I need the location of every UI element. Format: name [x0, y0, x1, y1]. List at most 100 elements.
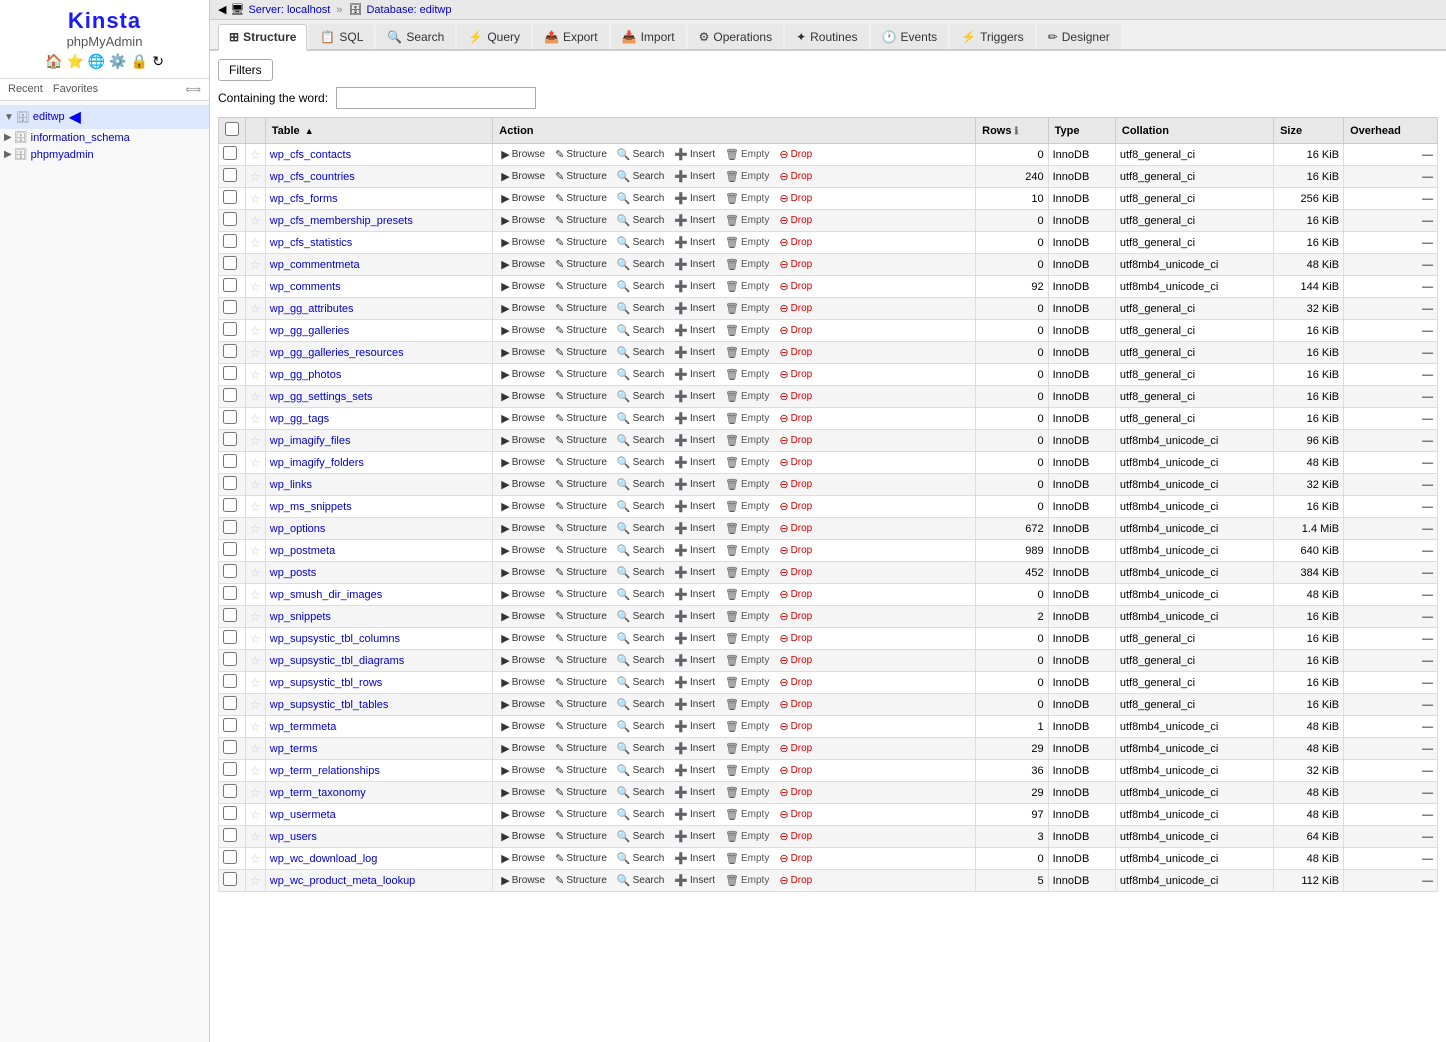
table-name-link[interactable]: wp_commentmeta [270, 259, 360, 271]
insert-btn[interactable]: ➕ Insert [670, 807, 719, 822]
browse-btn[interactable]: ▶ Browse [497, 697, 549, 712]
insert-btn[interactable]: ➕ Insert [670, 169, 719, 184]
browse-btn[interactable]: ▶ Browse [497, 609, 549, 624]
tab-search[interactable]: 🔍 Search [376, 24, 455, 49]
drop-btn[interactable]: ⊖ Drop [775, 807, 816, 822]
empty-btn[interactable]: 🗑 Empty [721, 653, 773, 668]
drop-btn[interactable]: ⊖ Drop [775, 675, 816, 690]
favorite-star[interactable]: ☆ [250, 588, 261, 602]
drop-btn[interactable]: ⊖ Drop [775, 411, 816, 426]
favorite-star[interactable]: ☆ [250, 390, 261, 404]
favorite-star[interactable]: ☆ [250, 456, 261, 470]
drop-btn[interactable]: ⊖ Drop [775, 587, 816, 602]
structure-btn[interactable]: ✎ Structure [551, 213, 611, 228]
drop-btn[interactable]: ⊖ Drop [775, 345, 816, 360]
row-checkbox[interactable] [223, 520, 237, 534]
favorite-star[interactable]: ☆ [250, 566, 261, 580]
empty-btn[interactable]: 🗑 Empty [721, 807, 773, 822]
table-name-link[interactable]: wp_imagify_files [270, 435, 351, 447]
table-name-link[interactable]: wp_supsystic_tbl_diagrams [270, 655, 405, 667]
table-name-link[interactable]: wp_ms_snippets [270, 501, 352, 513]
empty-btn[interactable]: 🗑 Empty [721, 345, 773, 360]
browse-btn[interactable]: ▶ Browse [497, 565, 549, 580]
tab-query[interactable]: ⚡ Query [457, 24, 531, 49]
row-checkbox[interactable] [223, 300, 237, 314]
favorite-star[interactable]: ☆ [250, 852, 261, 866]
table-name-link[interactable]: wp_wc_download_log [270, 853, 378, 865]
empty-btn[interactable]: 🗑 Empty [721, 279, 773, 294]
table-name-link[interactable]: wp_term_relationships [270, 765, 380, 777]
search-btn[interactable]: 🔍 Search [613, 851, 668, 866]
insert-btn[interactable]: ➕ Insert [670, 741, 719, 756]
favorite-star[interactable]: ☆ [250, 412, 261, 426]
insert-btn[interactable]: ➕ Insert [670, 499, 719, 514]
table-name-link[interactable]: wp_cfs_contacts [270, 149, 351, 161]
table-name-link[interactable]: wp_cfs_statistics [270, 237, 353, 249]
table-name-link[interactable]: wp_posts [270, 567, 316, 579]
search-btn[interactable]: 🔍 Search [613, 543, 668, 558]
table-name-link[interactable]: wp_snippets [270, 611, 331, 623]
structure-btn[interactable]: ✎ Structure [551, 543, 611, 558]
insert-btn[interactable]: ➕ Insert [670, 653, 719, 668]
drop-btn[interactable]: ⊖ Drop [775, 499, 816, 514]
empty-btn[interactable]: 🗑 Empty [721, 609, 773, 624]
structure-btn[interactable]: ✎ Structure [551, 675, 611, 690]
favorite-star[interactable]: ☆ [250, 214, 261, 228]
table-name-link[interactable]: wp_gg_settings_sets [270, 391, 373, 403]
favorite-star[interactable]: ☆ [250, 610, 261, 624]
favorite-star[interactable]: ☆ [250, 676, 261, 690]
table-name-link[interactable]: wp_gg_tags [270, 413, 329, 425]
browse-btn[interactable]: ▶ Browse [497, 235, 549, 250]
empty-btn[interactable]: 🗑 Empty [721, 389, 773, 404]
settings-icon[interactable]: ⚙️ [109, 53, 126, 70]
table-name-link[interactable]: wp_usermeta [270, 809, 336, 821]
favorite-star[interactable]: ☆ [250, 192, 261, 206]
favorite-star[interactable]: ☆ [250, 698, 261, 712]
search-btn[interactable]: 🔍 Search [613, 323, 668, 338]
favorites-link[interactable]: Favorites [53, 83, 98, 96]
table-name-link[interactable]: wp_links [270, 479, 312, 491]
empty-btn[interactable]: 🗑 Empty [721, 851, 773, 866]
search-btn[interactable]: 🔍 Search [613, 191, 668, 206]
row-checkbox[interactable] [223, 828, 237, 842]
browse-btn[interactable]: ▶ Browse [497, 147, 549, 162]
search-btn[interactable]: 🔍 Search [613, 719, 668, 734]
insert-btn[interactable]: ➕ Insert [670, 763, 719, 778]
search-btn[interactable]: 🔍 Search [613, 587, 668, 602]
rows-info-icon[interactable]: ℹ [1015, 126, 1019, 137]
type-header[interactable]: Type [1048, 118, 1115, 144]
insert-btn[interactable]: ➕ Insert [670, 301, 719, 316]
row-checkbox[interactable] [223, 476, 237, 490]
row-checkbox[interactable] [223, 212, 237, 226]
table-name-link[interactable]: wp_cfs_countries [270, 171, 355, 183]
search-btn[interactable]: 🔍 Search [613, 345, 668, 360]
structure-btn[interactable]: ✎ Structure [551, 653, 611, 668]
search-btn[interactable]: 🔍 Search [613, 213, 668, 228]
table-name-link[interactable]: wp_termmeta [270, 721, 337, 733]
empty-btn[interactable]: 🗑 Empty [721, 565, 773, 580]
row-checkbox[interactable] [223, 652, 237, 666]
browse-btn[interactable]: ▶ Browse [497, 741, 549, 756]
rows-header[interactable]: Rows ℹ [976, 118, 1048, 144]
drop-btn[interactable]: ⊖ Drop [775, 785, 816, 800]
sidebar-item-phpmyadmin[interactable]: ▶ 🗄 phpmyadmin [0, 146, 209, 163]
row-checkbox[interactable] [223, 344, 237, 358]
insert-btn[interactable]: ➕ Insert [670, 235, 719, 250]
insert-btn[interactable]: ➕ Insert [670, 257, 719, 272]
empty-btn[interactable]: 🗑 Empty [721, 741, 773, 756]
insert-btn[interactable]: ➕ Insert [670, 367, 719, 382]
search-btn[interactable]: 🔍 Search [613, 565, 668, 580]
insert-btn[interactable]: ➕ Insert [670, 873, 719, 888]
row-checkbox[interactable] [223, 564, 237, 578]
structure-btn[interactable]: ✎ Structure [551, 565, 611, 580]
favorite-star[interactable]: ☆ [250, 368, 261, 382]
table-name-link[interactable]: wp_comments [270, 281, 341, 293]
row-checkbox[interactable] [223, 762, 237, 776]
browse-btn[interactable]: ▶ Browse [497, 631, 549, 646]
empty-btn[interactable]: 🗑 Empty [721, 499, 773, 514]
favorite-star[interactable]: ☆ [250, 522, 261, 536]
search-btn[interactable]: 🔍 Search [613, 279, 668, 294]
structure-btn[interactable]: ✎ Structure [551, 499, 611, 514]
browse-btn[interactable]: ▶ Browse [497, 433, 549, 448]
browse-btn[interactable]: ▶ Browse [497, 279, 549, 294]
